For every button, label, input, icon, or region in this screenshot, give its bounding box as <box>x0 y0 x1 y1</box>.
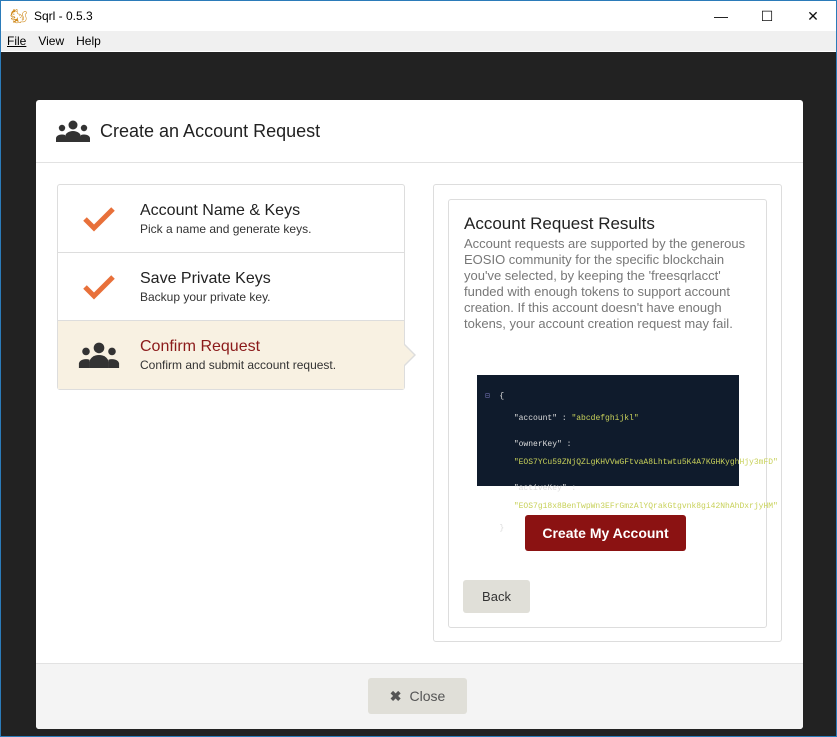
title-bar: 🐿 Sqrl - 0.5.3 — ☐ ✕ <box>1 1 836 31</box>
step-confirm-request[interactable]: Confirm Request Confirm and submit accoun… <box>58 321 416 389</box>
check-icon <box>83 274 115 300</box>
results-panel: Account Request Results Account requests… <box>433 184 782 642</box>
step-desc: Pick a name and generate keys. <box>140 221 312 236</box>
back-button[interactable]: Back <box>463 580 530 613</box>
create-account-modal: Create an Account Request Account Name &… <box>36 100 803 729</box>
request-json-view: ⊟ { "account" : "abcdefghijkl" "ownerKey… <box>477 375 778 533</box>
close-x-icon: ✖ <box>389 687 402 704</box>
create-my-account-button[interactable]: Create My Account <box>525 515 686 551</box>
menu-bar: File View Help <box>1 31 836 51</box>
minimize-button[interactable]: — <box>698 8 744 25</box>
modal-title: Create an Account Request <box>100 120 321 141</box>
results-title: Account Request Results <box>464 214 655 233</box>
menu-help[interactable]: Help <box>76 34 101 48</box>
menu-file[interactable]: File <box>7 34 26 48</box>
step-desc: Backup your private key. <box>140 289 271 304</box>
close-button[interactable]: ✖ Close <box>368 678 467 714</box>
step-save-keys[interactable]: Save Private Keys Backup your private key… <box>58 253 404 321</box>
step-title: Confirm Request <box>140 338 261 355</box>
results-body: Account requests are supported by the ge… <box>464 236 746 331</box>
users-icon <box>56 120 90 142</box>
window-title: Sqrl - 0.5.3 <box>34 9 93 23</box>
owner-key: "EOS7YCu59ZNjQZLgKHVVwGFtvaA8Lhtwtu5K4A7… <box>513 458 778 467</box>
step-title: Save Private Keys <box>140 269 271 287</box>
close-window-button[interactable]: ✕ <box>790 8 836 25</box>
step-title: Account Name & Keys <box>140 201 301 219</box>
menu-view[interactable]: View <box>38 34 64 48</box>
users-icon <box>78 342 120 368</box>
active-key: "EOS7g18x8BenTwpWn3EFrGmzAlYQrakGtgvnk8g… <box>513 502 778 511</box>
step-account-name[interactable]: Account Name & Keys Pick a name and gener… <box>58 185 404 253</box>
maximize-button[interactable]: ☐ <box>744 8 790 25</box>
step-desc: Confirm and submit account request. <box>140 358 337 372</box>
steps-list: Account Name & Keys Pick a name and gener… <box>57 184 416 390</box>
check-icon <box>83 206 115 232</box>
close-label: Close <box>409 687 446 704</box>
squirrel-logo-icon: 🐿 <box>10 8 28 24</box>
